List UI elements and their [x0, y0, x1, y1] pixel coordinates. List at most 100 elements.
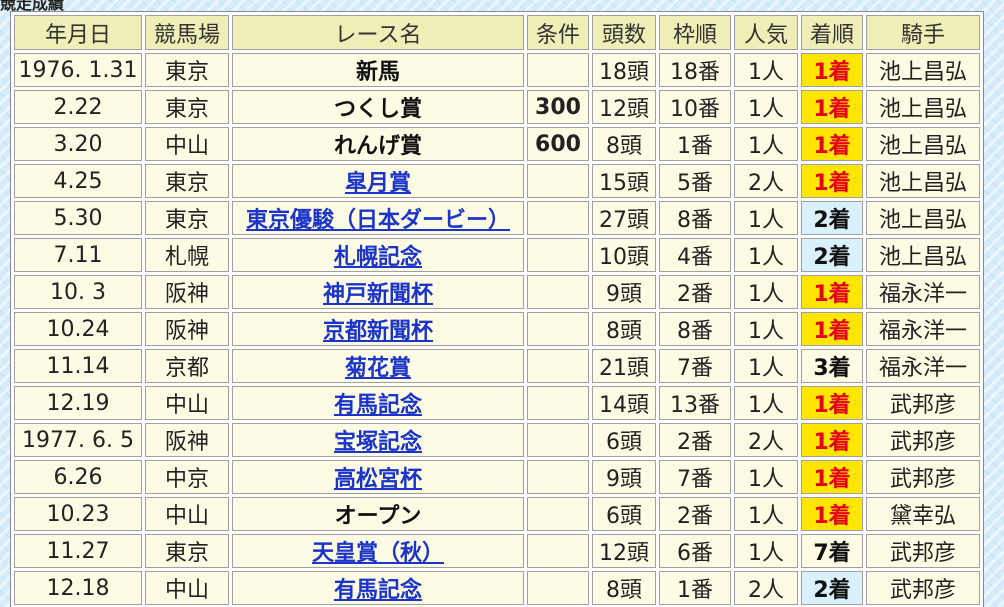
- cell-heads: 12頭: [592, 90, 656, 124]
- cell-jockey: 池上昌弘: [866, 53, 980, 87]
- cell-gate: 10番: [659, 90, 731, 124]
- cell-condition: [527, 53, 589, 87]
- cell-popularity: 1人: [734, 90, 798, 124]
- cell-jockey: 武邦彦: [866, 423, 980, 457]
- cell-track: 中山: [145, 386, 229, 420]
- race-link[interactable]: 神戸新聞杯: [323, 282, 433, 307]
- race-link[interactable]: 宝塚記念: [334, 430, 422, 455]
- cell-popularity: 1人: [734, 127, 798, 161]
- race-link[interactable]: 高松宮杯: [334, 467, 422, 492]
- cell-popularity: 1人: [734, 349, 798, 383]
- cell-place: 1着: [801, 127, 863, 161]
- cell-date: 1977. 6. 5: [14, 423, 142, 457]
- cell-heads: 8頭: [592, 127, 656, 161]
- race-link[interactable]: 札幌記念: [334, 245, 422, 270]
- cell-heads: 8頭: [592, 312, 656, 346]
- cell-gate: 2番: [659, 275, 731, 309]
- cell-gate: 7番: [659, 349, 731, 383]
- cell-place: 1着: [801, 386, 863, 420]
- cell-race: 東京優駿（日本ダービー）: [232, 201, 524, 235]
- cell-heads: 12頭: [592, 534, 656, 568]
- cell-condition: [527, 349, 589, 383]
- cell-gate: 2番: [659, 423, 731, 457]
- cell-condition: [527, 571, 589, 605]
- column-header-gate: 枠順: [659, 15, 731, 50]
- cell-popularity: 2人: [734, 571, 798, 605]
- cell-race: 天皇賞（秋）: [232, 534, 524, 568]
- cell-race: 京都新聞杯: [232, 312, 524, 346]
- table-row: 11.14 京都 菊花賞 21頭 7番 1人 3着 福永洋一: [14, 349, 980, 383]
- race-results-table: 年月日 競馬場 レース名 条件 頭数 枠順 人気 着順 騎手 1976. 1.3…: [10, 11, 984, 607]
- cell-condition: [527, 201, 589, 235]
- cell-race: 新馬: [232, 53, 524, 87]
- table-row: 7.11 札幌 札幌記念 10頭 4番 1人 2着 池上昌弘: [14, 238, 980, 272]
- race-link[interactable]: 有馬記念: [334, 578, 422, 603]
- race-link[interactable]: 菊花賞: [345, 356, 411, 381]
- cell-condition: [527, 423, 589, 457]
- table-row: 12.19 中山 有馬記念 14頭 13番 1人 1着 武邦彦: [14, 386, 980, 420]
- column-header-heads: 頭数: [592, 15, 656, 50]
- column-header-place: 着順: [801, 15, 863, 50]
- race-link[interactable]: 京都新聞杯: [323, 319, 433, 344]
- cell-heads: 10頭: [592, 238, 656, 272]
- race-link[interactable]: 天皇賞（秋）: [312, 541, 444, 566]
- cell-date: 4.25: [14, 164, 142, 198]
- race-link[interactable]: 東京優駿（日本ダービー）: [246, 208, 510, 233]
- table-header-row: 年月日 競馬場 レース名 条件 頭数 枠順 人気 着順 騎手: [14, 15, 980, 50]
- table-row: 10. 3 阪神 神戸新聞杯 9頭 2番 1人 1着 福永洋一: [14, 275, 980, 309]
- cell-place: 1着: [801, 53, 863, 87]
- cell-popularity: 1人: [734, 201, 798, 235]
- cell-heads: 6頭: [592, 497, 656, 531]
- cell-track: 東京: [145, 164, 229, 198]
- table-row: 5.30 東京 東京優駿（日本ダービー） 27頭 8番 1人 2着 池上昌弘: [14, 201, 980, 235]
- cell-popularity: 2人: [734, 423, 798, 457]
- cell-race: 有馬記念: [232, 571, 524, 605]
- cell-date: 6.26: [14, 460, 142, 494]
- cell-race: オープン: [232, 497, 524, 531]
- cell-popularity: 1人: [734, 312, 798, 346]
- column-header-popularity: 人気: [734, 15, 798, 50]
- cell-jockey: 池上昌弘: [866, 201, 980, 235]
- cell-heads: 14頭: [592, 386, 656, 420]
- cell-track: 東京: [145, 201, 229, 235]
- cell-date: 10. 3: [14, 275, 142, 309]
- cell-heads: 6頭: [592, 423, 656, 457]
- cell-popularity: 1人: [734, 460, 798, 494]
- cell-date: 12.19: [14, 386, 142, 420]
- cell-condition: [527, 275, 589, 309]
- table-row: 12.18 中山 有馬記念 8頭 1番 2人 2着 武邦彦: [14, 571, 980, 605]
- cell-gate: 7番: [659, 460, 731, 494]
- cell-track: 中京: [145, 460, 229, 494]
- column-header-date: 年月日: [14, 15, 142, 50]
- cell-track: 札幌: [145, 238, 229, 272]
- column-header-track: 競馬場: [145, 15, 229, 50]
- cell-heads: 27頭: [592, 201, 656, 235]
- cell-popularity: 1人: [734, 534, 798, 568]
- cell-jockey: 池上昌弘: [866, 238, 980, 272]
- cell-condition: [527, 238, 589, 272]
- cell-place: 2着: [801, 571, 863, 605]
- cell-condition: [527, 164, 589, 198]
- cell-heads: 21頭: [592, 349, 656, 383]
- race-link[interactable]: 皐月賞: [345, 171, 411, 196]
- cell-heads: 8頭: [592, 571, 656, 605]
- cell-heads: 9頭: [592, 275, 656, 309]
- cell-race: 札幌記念: [232, 238, 524, 272]
- table-row: 3.20 中山 れんげ賞 600 8頭 1番 1人 1着 池上昌弘: [14, 127, 980, 161]
- cell-gate: 13番: [659, 386, 731, 420]
- cell-jockey: 武邦彦: [866, 386, 980, 420]
- cell-gate: 6番: [659, 534, 731, 568]
- cell-place: 2着: [801, 201, 863, 235]
- cell-condition: [527, 534, 589, 568]
- cell-race: 高松宮杯: [232, 460, 524, 494]
- cell-track: 阪神: [145, 312, 229, 346]
- cell-heads: 15頭: [592, 164, 656, 198]
- race-link[interactable]: 有馬記念: [334, 393, 422, 418]
- cell-track: 中山: [145, 497, 229, 531]
- cell-date: 1976. 1.31: [14, 53, 142, 87]
- cell-condition: [527, 312, 589, 346]
- cell-date: 12.18: [14, 571, 142, 605]
- race-name: オープン: [334, 504, 422, 529]
- cell-condition: [527, 460, 589, 494]
- cell-race: 皐月賞: [232, 164, 524, 198]
